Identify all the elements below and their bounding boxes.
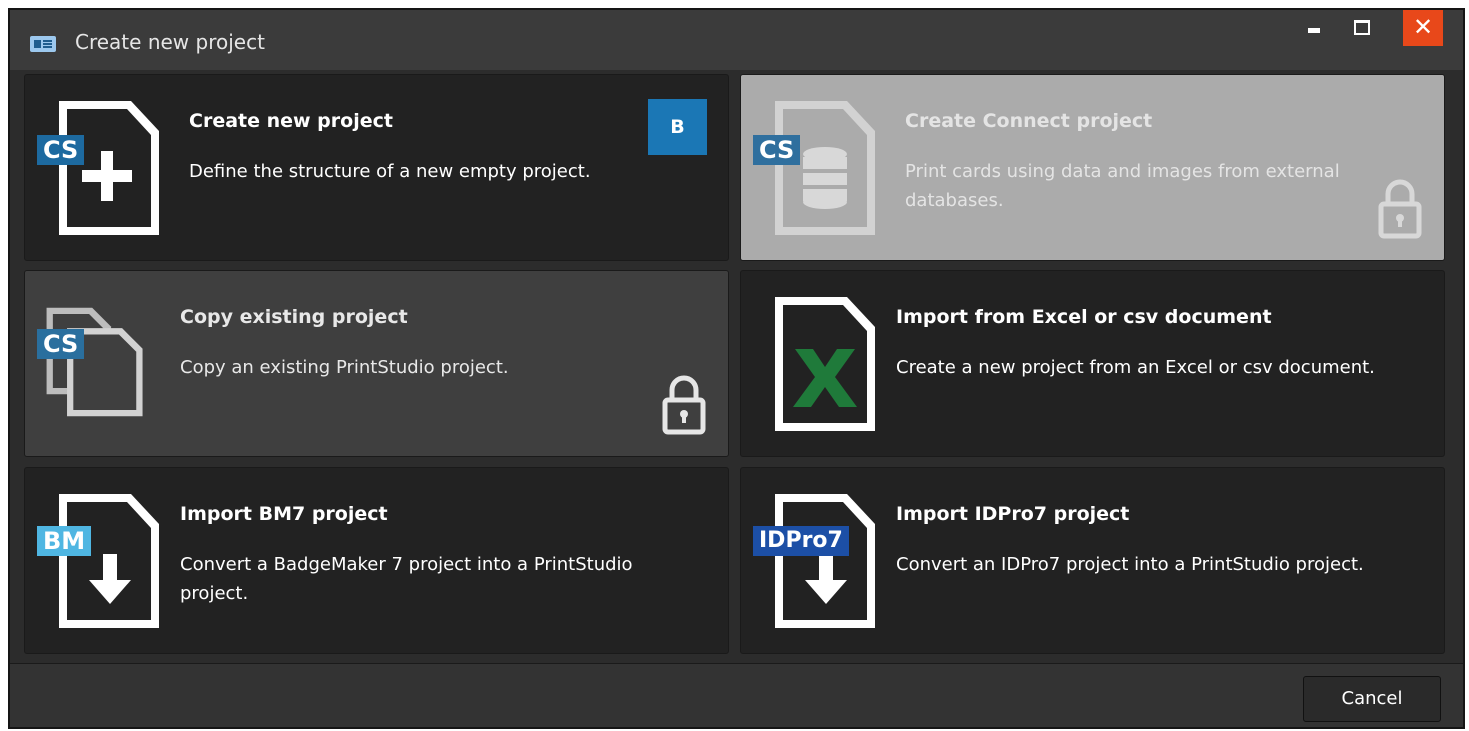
step-badge: B xyxy=(648,99,707,155)
maximize-button[interactable] xyxy=(1339,10,1385,46)
create-project-dialog: Create new project ✕ CS Create new proje… xyxy=(8,8,1465,729)
copy-existing-project-tile[interactable]: CS Copy existing project Copy an existin… xyxy=(24,270,729,457)
import-bm7-tile[interactable]: BM Import BM7 project Convert a BadgeMak… xyxy=(24,467,729,654)
tile-description: Convert a BadgeMaker 7 project into a Pr… xyxy=(180,554,633,604)
create-new-project-tile[interactable]: CS Create new project Define the structu… xyxy=(24,74,729,261)
project-options: CS Create new project Define the structu… xyxy=(10,70,1463,664)
document-import-icon xyxy=(59,494,159,628)
app-icon xyxy=(30,36,56,52)
tile-description: Create a new project from an Excel or cs… xyxy=(896,357,1375,378)
title-bar[interactable]: Create new project ✕ xyxy=(10,10,1463,70)
dialog-footer: Cancel xyxy=(10,663,1463,727)
cs-tag: CS xyxy=(753,135,801,165)
tile-description: Define the structure of a new empty proj… xyxy=(189,161,591,182)
lock-icon xyxy=(662,375,706,435)
import-excel-tile[interactable]: Import from Excel or csv document Create… xyxy=(740,270,1445,457)
window-title: Create new project xyxy=(75,30,265,54)
document-import-icon xyxy=(775,494,875,628)
cs-tag: CS xyxy=(37,329,85,359)
cs-tag: CS xyxy=(37,135,85,165)
document-copy-icon xyxy=(46,307,143,417)
tile-description: Convert an IDPro7 project into a PrintSt… xyxy=(896,554,1364,575)
document-plus-icon xyxy=(59,101,159,235)
tile-title: Import IDPro7 project xyxy=(896,503,1130,525)
create-connect-project-tile[interactable]: CS Create Connect project Print cards us… xyxy=(740,74,1445,261)
minimize-button[interactable] xyxy=(1291,10,1337,46)
tile-description: Print cards using data and images from e… xyxy=(905,161,1340,211)
lock-icon xyxy=(1378,179,1422,239)
excel-document-icon xyxy=(775,297,875,431)
tile-title: Import BM7 project xyxy=(180,503,388,525)
import-idpro7-tile[interactable]: IDPro7 Import IDPro7 project Convert an … xyxy=(740,467,1445,654)
tile-title: Create new project xyxy=(189,110,393,132)
bm-tag: BM xyxy=(37,526,92,556)
tile-title: Copy existing project xyxy=(180,306,408,328)
tile-title: Import from Excel or csv document xyxy=(896,306,1272,328)
tile-description: Copy an existing PrintStudio project. xyxy=(180,357,509,378)
cancel-button[interactable]: Cancel xyxy=(1303,676,1441,722)
close-button[interactable]: ✕ xyxy=(1403,10,1443,46)
idpro7-tag: IDPro7 xyxy=(753,526,849,556)
document-database-icon xyxy=(775,101,875,235)
tile-title: Create Connect project xyxy=(905,110,1153,132)
